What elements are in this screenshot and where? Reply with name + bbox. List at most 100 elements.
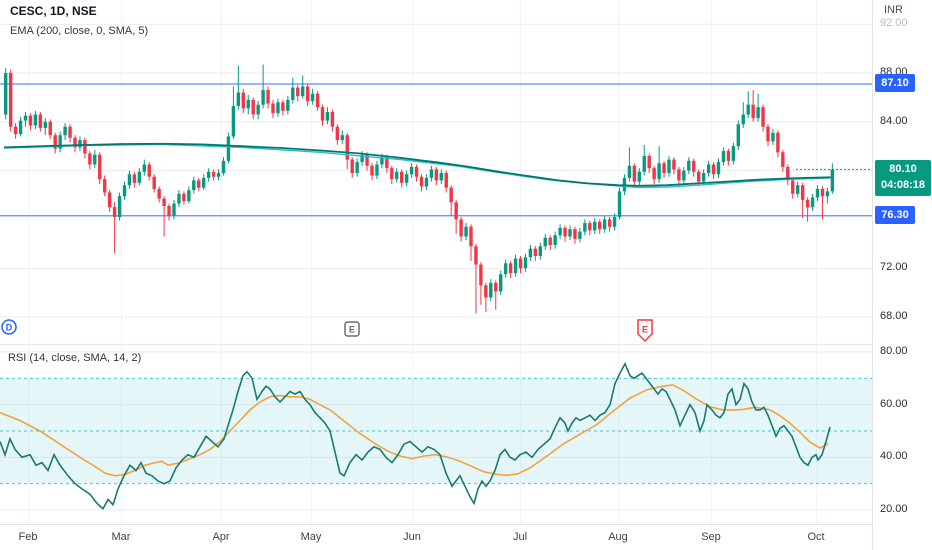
candle-body: [528, 248, 533, 258]
candle-body: [810, 197, 815, 208]
candle-body: [464, 226, 468, 237]
candle-body: [429, 169, 434, 178]
price-chart-canvas[interactable]: DEE: [0, 0, 932, 550]
time-axis-label-sep: Sep: [701, 531, 721, 543]
axis-tick-72.00: 72.00: [880, 261, 908, 274]
candle-body: [568, 229, 572, 237]
candle-body: [518, 258, 523, 269]
axis-tick-68.00: 68.00: [880, 310, 908, 322]
candle-body: [192, 180, 196, 191]
candle-body: [305, 86, 310, 102]
candle-body: [682, 170, 686, 181]
candle-body: [479, 264, 483, 286]
candle-body: [711, 164, 716, 175]
candle-body: [187, 190, 191, 202]
candle-body: [637, 171, 641, 182]
candle-body: [390, 168, 394, 180]
candle-body: [543, 237, 547, 247]
candle-body: [434, 169, 439, 181]
candle-body: [598, 221, 602, 230]
candle-body: [122, 185, 127, 197]
candle-body: [761, 107, 765, 127]
candle-body: [211, 171, 216, 177]
candle-body: [573, 229, 577, 239]
price-level-badge-lower: 76.30: [875, 206, 915, 225]
candle-body: [137, 171, 142, 183]
candle-body: [167, 205, 171, 216]
axis-tick-92: 92.00: [880, 17, 908, 30]
candle-body: [345, 135, 349, 160]
axis-tick-84.00: 84.00: [880, 114, 908, 127]
candle-body: [320, 107, 325, 121]
candle-body: [756, 107, 760, 119]
last-price-badge: 80.10 04:08:18: [875, 160, 931, 197]
rsi-indicator-legend[interactable]: RSI (14, close, SMA, 14, 2): [8, 352, 141, 364]
panel-divider[interactable]: [0, 344, 872, 345]
time-axis-label-jul: Jul: [512, 531, 528, 543]
candle-body: [355, 162, 359, 174]
candle-body: [444, 173, 448, 188]
candle-body: [226, 136, 231, 161]
candle-body: [296, 87, 300, 97]
candle-body: [533, 248, 538, 256]
candle-body: [286, 99, 290, 111]
candle-body: [503, 263, 508, 275]
candle-body: [251, 99, 255, 115]
candle-body: [23, 115, 28, 121]
candle-body: [652, 168, 656, 180]
dividend-marker-label: D: [6, 323, 13, 333]
candle-body: [132, 174, 137, 183]
candle-body: [523, 257, 528, 269]
candle-body: [771, 132, 775, 142]
candle-body: [781, 152, 785, 167]
candle-body: [751, 104, 755, 119]
candle-body: [13, 126, 18, 134]
candle-body: [68, 126, 72, 138]
candle-body: [28, 115, 33, 126]
candle-body: [602, 219, 607, 230]
symbol-legend[interactable]: CESC, 1D, NSE: [10, 4, 97, 18]
candle-body: [8, 73, 13, 127]
candle-body: [142, 164, 146, 172]
candle-body: [404, 174, 409, 183]
candle-body: [246, 99, 250, 109]
candle-body: [647, 155, 651, 169]
candle-body: [335, 126, 340, 141]
candle-body: [330, 112, 335, 127]
candle-body: [241, 92, 245, 109]
candle-body: [93, 154, 97, 165]
price-level-badge-upper: 87.10: [875, 74, 915, 93]
candle-body: [152, 176, 156, 189]
candle-body: [553, 235, 557, 246]
candle-body: [607, 219, 612, 227]
candle-body: [677, 169, 681, 181]
candle-body: [216, 173, 221, 177]
time-axis[interactable]: Feb Mar Apr May Jun Jul Aug Sep Oct: [0, 524, 872, 550]
candle-body: [469, 226, 473, 247]
candle-body: [127, 174, 132, 186]
candle-body: [484, 285, 488, 298]
candle-body: [301, 86, 305, 97]
candle-body: [662, 163, 666, 174]
candle-body: [449, 187, 453, 203]
time-axis-label-aug: Aug: [608, 531, 628, 543]
candle-body: [439, 173, 443, 181]
price-axis[interactable]: INR 92.00 87.10 80.10 04:08:18 76.30 88.…: [872, 0, 932, 550]
candle-body: [687, 160, 691, 171]
candle-body: [206, 171, 211, 178]
candle-body: [83, 140, 87, 154]
candle-body: [340, 135, 344, 141]
ema-indicator-legend[interactable]: EMA (200, close, 0, SMA, 5): [10, 25, 148, 37]
candle-body: [315, 93, 320, 108]
candle-body: [419, 176, 424, 187]
candle-body: [538, 246, 542, 256]
candle-body: [202, 177, 206, 188]
candle-body: [513, 258, 518, 274]
candle-body: [38, 114, 43, 128]
candle-body: [672, 159, 676, 170]
candle-body: [291, 87, 295, 100]
upcoming-earnings-marker-label: E: [642, 325, 648, 335]
time-axis-label-apr: Apr: [212, 531, 230, 543]
candle-body: [33, 114, 38, 126]
candle-body: [424, 177, 429, 187]
